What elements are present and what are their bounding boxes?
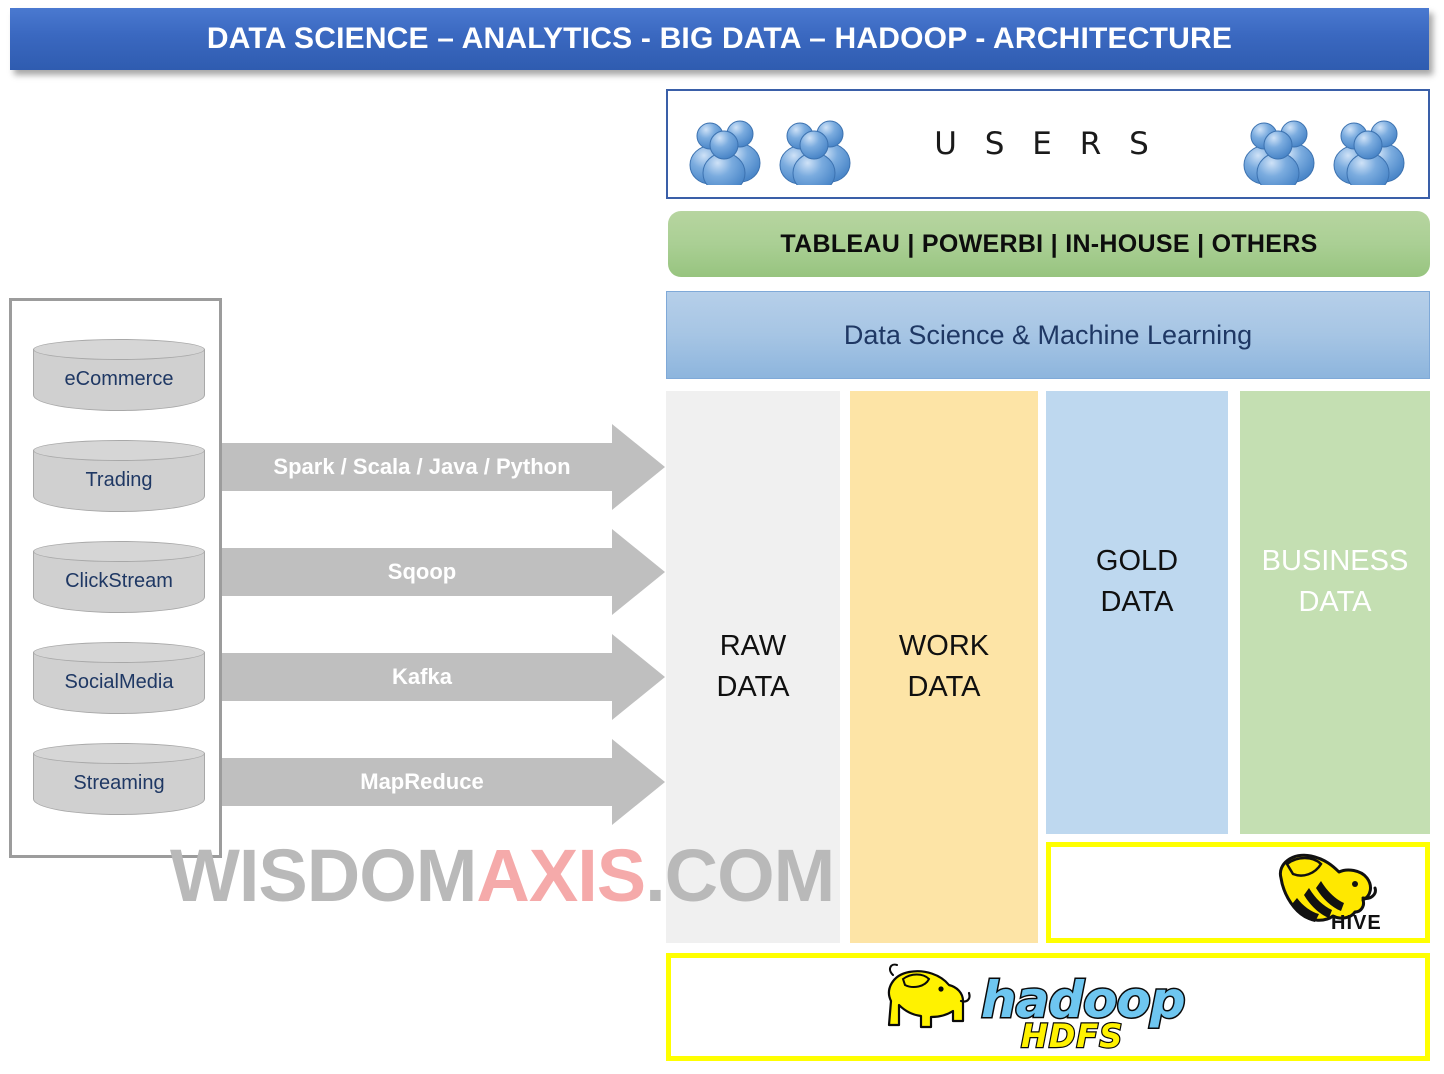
zone-label-line2: DATA <box>907 671 981 703</box>
hive-logo: HIVE <box>1267 848 1383 937</box>
zone-label-line1: RAW <box>719 629 787 662</box>
bi-tools-label: TABLEAU | POWERBI | IN-HOUSE | OTHERS <box>780 229 1318 258</box>
users-label: U S E R S <box>934 126 1158 162</box>
ingest-arrow-label: Kafka <box>392 664 452 689</box>
zone-label-line2: DATA <box>1100 586 1174 619</box>
zone-gold-data[interactable]: GOLD DATA <box>1046 391 1228 834</box>
ingest-arrow-spark[interactable]: Spark / Scala / Java / Python <box>222 424 665 510</box>
zone-label-line1: BUSINESS <box>1261 545 1409 577</box>
user-group-icon <box>776 103 852 185</box>
users-icons-left <box>686 103 852 185</box>
ingest-arrow-label: Sqoop <box>387 559 457 584</box>
zone-raw-data[interactable]: RAW DATA <box>666 391 840 943</box>
svg-text:HDFS: HDFS <box>1021 1017 1123 1051</box>
hadoop-hdfs-logo: hadoop HDFS <box>869 959 1227 1056</box>
source-label: Trading <box>85 468 153 491</box>
watermark-part-2: AXIS <box>476 834 646 917</box>
zone-label-line2: DATA <box>716 671 790 703</box>
source-cylinder-socialmedia[interactable]: SocialMedia <box>33 642 205 714</box>
zone-label-line1: GOLD <box>1095 545 1179 577</box>
hadoop-hdfs-panel[interactable]: hadoop HDFS <box>666 953 1430 1061</box>
data-science-ml-label: Data Science & Machine Learning <box>843 319 1253 350</box>
user-group-icon <box>686 103 762 185</box>
ingest-arrow-label: Spark / Scala / Java / Python <box>273 454 571 479</box>
source-cylinder-ecommerce[interactable]: eCommerce <box>33 339 205 411</box>
source-cylinder-streaming[interactable]: Streaming <box>33 743 205 815</box>
zone-business-data[interactable]: BUSINESS DATA <box>1240 391 1430 834</box>
page-title: DATA SCIENCE – ANALYTICS - BIG DATA – HA… <box>206 22 1233 55</box>
bi-tools-bar[interactable]: TABLEAU | POWERBI | IN-HOUSE | OTHERS <box>668 211 1430 277</box>
user-group-icon <box>1240 103 1316 185</box>
data-sources-container: eCommerce Trading ClickStream SocialMedi… <box>9 298 222 858</box>
source-label: Streaming <box>73 771 165 794</box>
zone-work-data[interactable]: WORK DATA <box>850 391 1038 943</box>
source-cylinder-clickstream[interactable]: ClickStream <box>33 541 205 613</box>
user-group-icon <box>1330 103 1406 185</box>
users-icons-right <box>1240 103 1406 185</box>
source-cylinder-trading[interactable]: Trading <box>33 440 205 512</box>
ingest-arrow-mapreduce[interactable]: MapReduce <box>222 739 665 825</box>
ingest-arrow-sqoop[interactable]: Sqoop <box>222 529 665 615</box>
source-label: eCommerce <box>64 367 174 390</box>
zone-label-line2: DATA <box>1298 586 1372 619</box>
svg-text:HIVE: HIVE <box>1331 912 1382 932</box>
hive-panel[interactable]: HIVE <box>1046 842 1430 943</box>
source-label: ClickStream <box>65 569 173 592</box>
source-label: SocialMedia <box>64 670 174 693</box>
page-title-bar: DATA SCIENCE – ANALYTICS - BIG DATA – HA… <box>10 8 1429 70</box>
ingest-arrow-kafka[interactable]: Kafka <box>222 634 665 720</box>
users-panel: U S E R S <box>666 89 1430 199</box>
zone-label-line1: WORK <box>898 629 990 662</box>
data-science-ml-bar[interactable]: Data Science & Machine Learning <box>666 291 1430 379</box>
ingest-arrow-label: MapReduce <box>360 769 484 794</box>
